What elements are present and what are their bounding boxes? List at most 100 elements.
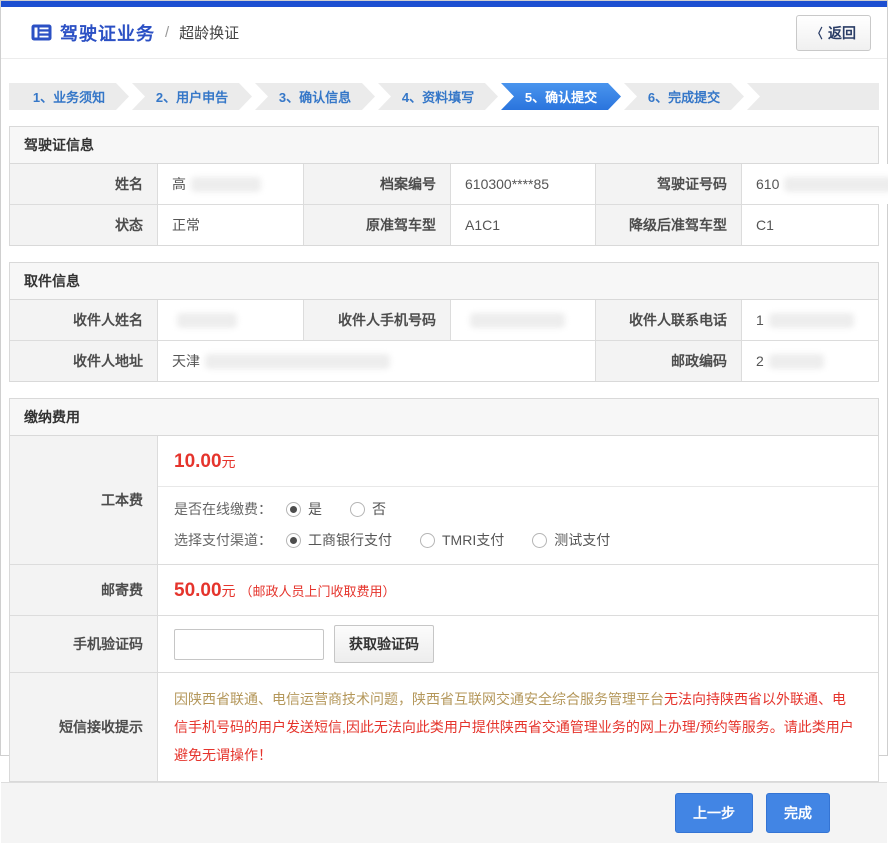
payment-section: 缴纳费用 工本费 10.00元 是否在线缴费： 是 — [9, 398, 879, 782]
sms-code-input[interactable] — [174, 629, 324, 660]
page-subtitle: 超龄换证 — [179, 22, 239, 43]
status-value: 正常 — [157, 205, 303, 245]
radio-channel-icbc[interactable]: 工商银行支付 — [286, 530, 392, 550]
step-6-complete-submit[interactable]: 6、完成提交 — [624, 83, 744, 110]
back-button-label: 返回 — [828, 23, 856, 43]
recipient-phone-value: 1 — [741, 300, 878, 340]
redacted-blur — [470, 313, 565, 328]
original-class-value: A1C1 — [450, 205, 595, 245]
postage-fee-content: 50.00元 （邮政人员上门收取费用） — [157, 565, 878, 615]
redacted-blur — [177, 313, 237, 328]
radio-icon — [350, 502, 365, 517]
get-sms-code-button[interactable]: 获取验证码 — [334, 625, 434, 663]
original-class-label: 原准驾车型 — [303, 205, 450, 245]
online-payment-question-line: 是否在线缴费： 是 否 — [174, 499, 862, 519]
recipient-name-label: 收件人姓名 — [10, 300, 157, 340]
postage-fee-row: 邮寄费 50.00元 （邮政人员上门收取费用） — [10, 564, 878, 615]
table-row: 姓名 高 档案编号 610300****85 驾驶证号码 610 — [10, 164, 878, 204]
production-fee-amount: 10.00 — [174, 451, 222, 472]
step-4-fill-materials[interactable]: 4、资料填写 — [378, 83, 498, 110]
radio-channel-test[interactable]: 测试支付 — [532, 530, 610, 550]
production-fee-amount-line: 10.00元 — [158, 436, 878, 486]
recipient-mobile-label: 收件人手机号码 — [303, 300, 450, 340]
sms-code-label: 手机验证码 — [10, 616, 157, 672]
production-fee-label: 工本费 — [10, 436, 157, 564]
postage-fee-amount: 50.00 — [174, 580, 222, 601]
postage-fee-label: 邮寄费 — [10, 565, 157, 615]
step-bar-filler — [747, 83, 879, 110]
postal-code-label: 邮政编码 — [595, 341, 741, 381]
table-row: 收件人地址 天津 邮政编码 2 — [10, 340, 878, 381]
sms-code-row: 手机验证码 获取验证码 — [10, 615, 878, 672]
production-fee-row: 工本费 10.00元 是否在线缴费： 是 否 — [10, 436, 878, 564]
step-2-user-declaration[interactable]: 2、用户申告 — [132, 83, 252, 110]
license-info-title: 驾驶证信息 — [10, 127, 878, 164]
step-1-business-notice[interactable]: 1、业务须知 — [9, 83, 129, 110]
name-label: 姓名 — [10, 164, 157, 204]
radio-channel-test-label: 测试支付 — [554, 530, 610, 550]
payment-channel-question: 选择支付渠道： — [174, 530, 272, 550]
radio-icon — [420, 533, 435, 548]
redacted-blur — [784, 177, 888, 192]
breadcrumb: 驾驶证业务 / 超龄换证 — [31, 20, 239, 46]
radio-channel-icbc-label: 工商银行支付 — [308, 530, 392, 550]
back-button[interactable]: 〈 返回 — [796, 15, 871, 51]
pickup-info-section: 取件信息 收件人姓名 收件人手机号码 收件人联系电话 1 收件人地址 天津 邮政… — [9, 262, 879, 382]
name-value: 高 — [157, 164, 303, 204]
redacted-blur — [769, 313, 854, 328]
status-label: 状态 — [10, 205, 157, 245]
radio-online-yes[interactable]: 是 — [286, 499, 322, 519]
payment-channel-question-line: 选择支付渠道： 工商银行支付 TMRI支付 测试支付 — [174, 530, 862, 550]
page-title: 驾驶证业务 — [60, 20, 155, 46]
radio-icon — [286, 533, 301, 548]
payment-options: 是否在线缴费： 是 否 选择支付渠道： — [158, 487, 878, 564]
table-row: 收件人姓名 收件人手机号码 收件人联系电话 1 — [10, 300, 878, 340]
radio-icon — [286, 502, 301, 517]
online-payment-question: 是否在线缴费： — [174, 499, 272, 519]
payment-title: 缴纳费用 — [10, 399, 878, 436]
sms-notice-content: 因陕西省联通、电信运营商技术问题，陕西省互联网交通安全综合服务管理平台无法向持陕… — [157, 673, 878, 781]
license-business-icon — [31, 24, 52, 41]
license-info-section: 驾驶证信息 姓名 高 档案编号 610300****85 驾驶证号码 610 状… — [9, 126, 879, 246]
license-number-label: 驾驶证号码 — [595, 164, 741, 204]
radio-online-no[interactable]: 否 — [350, 499, 386, 519]
footer-action-bar: 上一步 完成 — [1, 782, 887, 843]
step-5-confirm-submit[interactable]: 5、确认提交 — [501, 83, 621, 110]
breadcrumb-separator: / — [165, 24, 169, 41]
back-chevron-icon: 〈 — [812, 23, 822, 42]
recipient-address-value: 天津 — [157, 341, 595, 381]
step-navigation: 1、业务须知 2、用户申告 3、确认信息 4、资料填写 5、确认提交 6、完成提… — [9, 83, 879, 110]
radio-icon — [532, 533, 547, 548]
production-fee-content: 10.00元 是否在线缴费： 是 否 — [157, 436, 878, 564]
table-row: 状态 正常 原准驾车型 A1C1 降级后准驾车型 C1 — [10, 204, 878, 245]
page: 驾驶证业务 / 超龄换证 〈 返回 1、业务须知 2、用户申告 3、确认信息 4… — [0, 0, 888, 756]
recipient-mobile-value — [450, 300, 595, 340]
redacted-blur — [191, 177, 261, 192]
radio-channel-tmri[interactable]: TMRI支付 — [420, 530, 504, 550]
radio-channel-tmri-label: TMRI支付 — [442, 530, 504, 550]
step-3-confirm-info[interactable]: 3、确认信息 — [255, 83, 375, 110]
postage-fee-note: （邮政人员上门收取费用） — [240, 584, 396, 599]
sms-code-content: 获取验证码 — [157, 616, 878, 672]
radio-online-no-label: 否 — [372, 499, 386, 519]
recipient-name-value — [157, 300, 303, 340]
redacted-blur — [769, 354, 824, 369]
previous-step-button[interactable]: 上一步 — [675, 793, 753, 833]
pickup-info-title: 取件信息 — [10, 263, 878, 300]
sms-notice-text-brown: 因陕西省联通、电信运营商技术问题，陕西省互联网交通安全综合服务管理平台 — [174, 691, 664, 707]
finish-button[interactable]: 完成 — [766, 793, 830, 833]
license-number-value: 610 — [741, 164, 888, 204]
redacted-blur — [205, 354, 390, 369]
production-fee-unit: 元 — [222, 454, 236, 470]
postage-fee-unit: 元 — [222, 583, 236, 599]
postal-code-value: 2 — [741, 341, 878, 381]
sms-notice-row: 短信接收提示 因陕西省联通、电信运营商技术问题，陕西省互联网交通安全综合服务管理… — [10, 672, 878, 781]
radio-online-yes-label: 是 — [308, 499, 322, 519]
file-number-label: 档案编号 — [303, 164, 450, 204]
file-number-value: 610300****85 — [450, 164, 595, 204]
recipient-address-label: 收件人地址 — [10, 341, 157, 381]
page-header: 驾驶证业务 / 超龄换证 〈 返回 — [1, 7, 887, 59]
downgraded-class-value: C1 — [741, 205, 878, 245]
recipient-phone-label: 收件人联系电话 — [595, 300, 741, 340]
downgraded-class-label: 降级后准驾车型 — [595, 205, 741, 245]
